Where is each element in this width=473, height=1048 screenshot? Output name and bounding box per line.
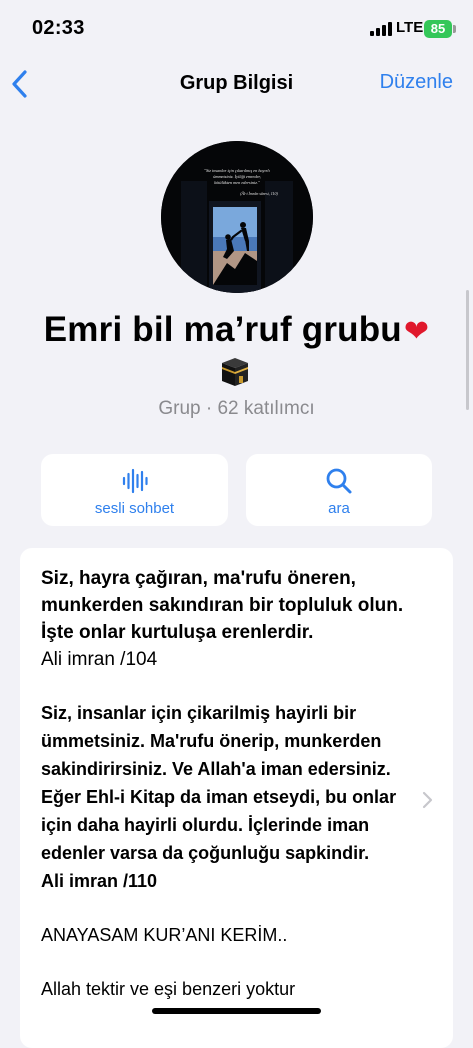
group-name-emoji-row xyxy=(0,354,473,390)
description-reference-2: Ali imran /110 xyxy=(41,871,158,891)
group-name-text: Emri bil ma’ruf grubu xyxy=(43,310,402,349)
kaaba-icon xyxy=(222,358,248,386)
group-subtitle: Grup · 62 katılımcı xyxy=(158,398,315,419)
magnifier-icon xyxy=(326,468,352,494)
waveform-icon xyxy=(122,468,148,494)
cellular-signal-icon xyxy=(370,22,392,36)
group-avatar[interactable]: "Siz insanlar için çıkarılmış en hayırlı… xyxy=(161,141,313,293)
voice-chat-label: sesli sohbet xyxy=(94,500,175,517)
chevron-right-icon xyxy=(422,791,433,809)
home-indicator[interactable] xyxy=(152,1008,321,1014)
status-time: 02:33 xyxy=(32,17,85,39)
edit-button[interactable]: Düzenle xyxy=(380,71,453,94)
battery-tip xyxy=(453,25,456,33)
description-heading: ANAYASAM KUR’ANI KERİM.. xyxy=(41,925,288,945)
search-button[interactable]: ara xyxy=(246,454,432,526)
description-verse-2: Siz, insanlar için çikarilmiş hayirli bi… xyxy=(41,703,397,863)
scroll-indicator xyxy=(466,290,469,410)
avatar-quote-line-1: "Siz insanlar için çıkarılmış en hayırlı xyxy=(204,168,270,173)
voice-chat-button[interactable]: sesli sohbet xyxy=(41,454,228,526)
description-line: Allah tektir ve eşi benzeri yoktur xyxy=(41,979,296,999)
group-description-card[interactable]: Siz, hayra çağıran, ma'rufu öneren, munk… xyxy=(20,548,453,1048)
avatar-image: "Siz insanlar için çıkarılmış en hayırlı… xyxy=(161,141,313,293)
description-verse-1: Siz, hayra çağıran, ma'rufu öneren, munk… xyxy=(41,568,404,643)
search-label: ara xyxy=(328,500,350,517)
group-description: Siz, hayra çağıran, ma'rufu öneren, munk… xyxy=(41,565,421,1003)
group-name: Emri bil ma’ruf grubu❤ xyxy=(0,310,473,350)
avatar-quote-line-3: kötülükten men edersiniz." xyxy=(214,180,260,185)
heart-icon: ❤ xyxy=(403,315,430,348)
description-reference-1: Ali imran /104 xyxy=(41,649,158,670)
network-type: LTE xyxy=(396,19,424,36)
status-bar: 02:33 LTE 85 xyxy=(0,0,473,56)
battery-icon: 85 xyxy=(424,20,452,38)
navigation-bar: Grup Bilgisi Düzenle xyxy=(0,56,473,112)
